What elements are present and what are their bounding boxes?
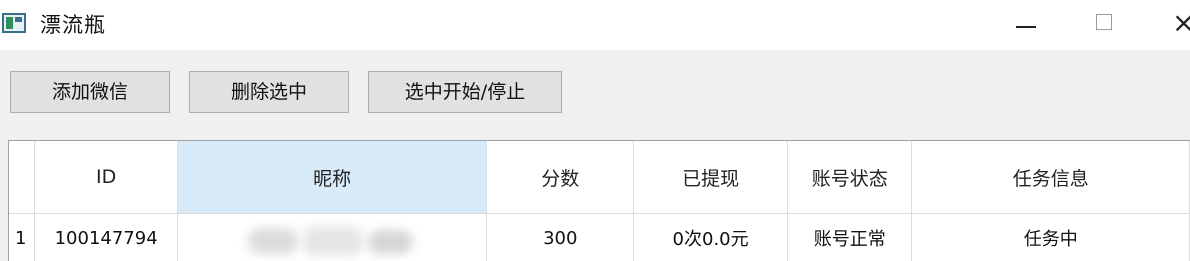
row-number[interactable]: 1 <box>9 213 36 261</box>
maximize-icon <box>1096 14 1112 30</box>
close-icon: × <box>1172 6 1190 39</box>
window-title: 漂流瓶 <box>40 13 106 37</box>
cell-account-status[interactable]: 账号正常 <box>787 213 913 261</box>
close-button[interactable]: × <box>1150 0 1190 50</box>
minimize-button[interactable] <box>996 0 1056 50</box>
column-header-id[interactable]: ID <box>34 141 178 214</box>
cell-nickname[interactable] <box>177 213 488 261</box>
column-header-withdrawn[interactable]: 已提现 <box>633 141 789 214</box>
column-header-nickname[interactable]: 昵称 <box>177 141 488 214</box>
toggle-selected-button[interactable]: 选中开始/停止 <box>368 71 562 113</box>
delete-selected-button[interactable]: 删除选中 <box>189 71 349 113</box>
column-header-task-info[interactable]: 任务信息 <box>911 141 1190 214</box>
column-header-score[interactable]: 分数 <box>486 141 635 214</box>
title-bar[interactable]: 漂流瓶 × <box>0 0 1190 50</box>
minimize-icon <box>1016 26 1036 28</box>
cell-id[interactable]: 100147794 <box>34 213 178 261</box>
table-header-row: ID 昵称 分数 已提现 账号状态 任务信息 <box>9 141 1190 214</box>
app-window: 漂流瓶 × 添加微信 删除选中 选中开始/停止 ID 昵称 分数 已提现 账号状… <box>0 0 1190 261</box>
cell-withdrawn[interactable]: 0次0.0元 <box>633 213 789 261</box>
column-header-account-status[interactable]: 账号状态 <box>787 141 913 214</box>
table-row[interactable]: 1 100147794 300 0次0.0元 账号正常 任务中 <box>9 213 1190 261</box>
row-number-header[interactable] <box>9 141 36 214</box>
add-wechat-button[interactable]: 添加微信 <box>10 71 170 113</box>
cell-score[interactable]: 300 <box>486 213 635 261</box>
cell-task-info[interactable]: 任务中 <box>911 213 1190 261</box>
accounts-table[interactable]: ID 昵称 分数 已提现 账号状态 任务信息 1 100147794 300 0… <box>8 140 1190 261</box>
app-icon <box>2 13 26 33</box>
maximize-button[interactable] <box>1074 0 1134 50</box>
blurred-nickname <box>178 214 486 261</box>
